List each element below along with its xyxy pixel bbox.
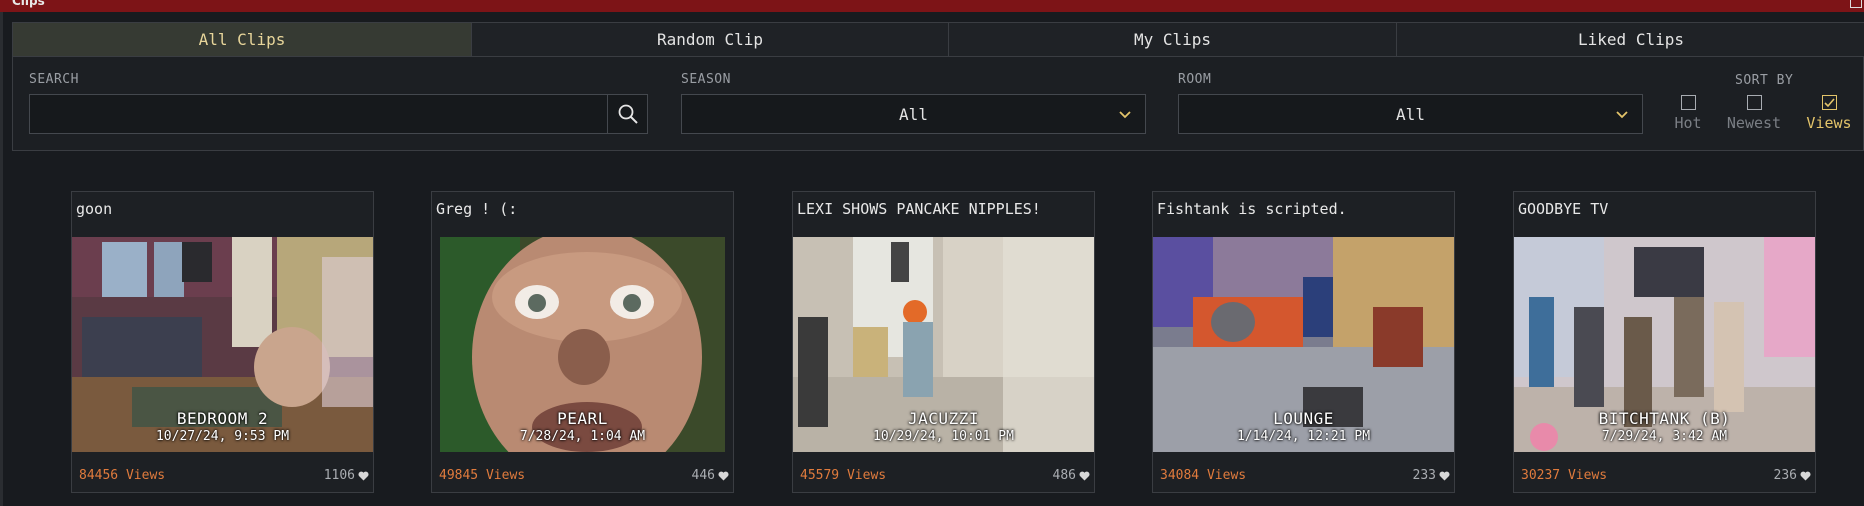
clip-room: BEDROOM 2 [176,409,269,428]
clip-likes-count: 486 [1052,468,1076,483]
heart-icon [1439,471,1450,480]
clip-views: 84456 Views [79,468,166,483]
window-close-button[interactable] [1850,0,1862,8]
left-border [0,12,3,506]
clip-likes-count: 446 [691,468,715,483]
clip-thumbnail[interactable]: BITCHTANK (B) 7/29/24, 3:42 AM [1514,237,1815,452]
sort-hot-label: Hot [1674,114,1702,132]
tab-random-clip[interactable]: Random Clip [472,23,949,56]
heart-icon [1800,471,1811,480]
clip-title: goon [76,200,113,218]
clip-likes-count: 1106 [323,468,355,483]
search-label: SEARCH [29,72,79,87]
clip-likes[interactable]: 486 [1053,468,1090,483]
heart-icon [358,471,369,480]
checkbox-icon [1680,95,1696,110]
clip-likes[interactable]: 446 [692,468,729,483]
heart-icon [1079,471,1090,480]
heart-icon [718,471,729,480]
window-title: Clips [12,0,45,8]
clip-thumbnail[interactable]: LOUNGE 1/14/24, 12:21 PM [1153,237,1454,452]
chevron-down-icon [1119,111,1131,119]
clip-title: Greg ! (: [436,200,518,218]
search-input[interactable] [29,94,611,134]
clip-likes[interactable]: 236 [1774,468,1811,483]
clip-date: 7/29/24, 3:42 AM [1601,429,1728,444]
chevron-down-icon [1616,111,1628,119]
sort-newest-label: Newest [1726,114,1782,132]
clip-views: 49845 Views [439,468,526,483]
clip-title: LEXI SHOWS PANCAKE NIPPLES! [797,200,1041,218]
room-label: ROOM [1178,72,1212,87]
clip-card[interactable]: GOODBYE TV BITCHTANK (B) 7/29/24, 3:42 A… [1513,191,1816,493]
clip-room: LOUNGE [1273,409,1334,428]
clip-date: 10/27/24, 9:53 PM [155,429,290,444]
tab-all-clips[interactable]: All Clips [13,23,472,56]
room-select[interactable]: All [1178,94,1643,134]
clip-views: 30237 Views [1521,468,1608,483]
clip-room: JACUZZI [908,409,979,428]
sort-hot-checkbox[interactable]: Hot [1658,95,1718,132]
clip-room: PEARL [557,409,608,428]
clip-views: 34084 Views [1160,468,1247,483]
room-value: All [1396,104,1425,124]
search-icon [618,104,638,124]
season-select[interactable]: All [681,94,1146,134]
clip-card[interactable]: goon BEDROOM 2 10/27/24, 9:53 PM 84456 V… [71,191,374,493]
clip-likes-count: 233 [1412,468,1436,483]
sort-views-label: Views [1806,114,1852,132]
search-button[interactable] [607,94,648,134]
clip-likes[interactable]: 233 [1413,468,1450,483]
clip-card[interactable]: Fishtank is scripted. LOUNGE 1/14/24, 12… [1152,191,1455,493]
clip-thumbnail[interactable]: BEDROOM 2 10/27/24, 9:53 PM [72,237,373,452]
clip-card[interactable]: Greg ! (: PEARL 7/28/24, 1:04 AM 49845 V… [431,191,734,493]
tab-my-clips[interactable]: My Clips [949,23,1397,56]
clip-thumbnail[interactable]: PEARL 7/28/24, 1:04 AM [432,237,733,452]
clip-thumbnail[interactable]: JACUZZI 10/29/24, 10:01 PM [793,237,1094,452]
checkbox-icon [1746,95,1762,110]
clip-title: GOODBYE TV [1518,200,1609,218]
clip-date: 7/28/24, 1:04 AM [519,429,646,444]
tab-bar: All Clips Random Clip My Clips Liked Cli… [13,23,1864,57]
filter-panel: All Clips Random Clip My Clips Liked Cli… [12,22,1864,151]
sort-by-label: SORT BY [1735,73,1794,88]
clip-room: BITCHTANK (B) [1598,409,1731,428]
checkbox-checked-icon [1821,95,1837,110]
sort-newest-checkbox[interactable]: Newest [1724,95,1784,132]
clip-views: 45579 Views [800,468,887,483]
tab-liked-clips[interactable]: Liked Clips [1397,23,1864,56]
season-value: All [899,104,928,124]
season-label: SEASON [681,72,731,87]
clip-likes-count: 236 [1773,468,1797,483]
clip-date: 10/29/24, 10:01 PM [873,429,1014,444]
window-titlebar: Clips [0,0,1864,12]
clip-card[interactable]: LEXI SHOWS PANCAKE NIPPLES! JACUZZI 10/2… [792,191,1095,493]
clip-likes[interactable]: 1106 [324,468,369,483]
clip-title: Fishtank is scripted. [1157,200,1347,218]
clip-date: 1/14/24, 12:21 PM [1236,429,1371,444]
sort-views-checkbox[interactable]: Views [1799,95,1859,132]
